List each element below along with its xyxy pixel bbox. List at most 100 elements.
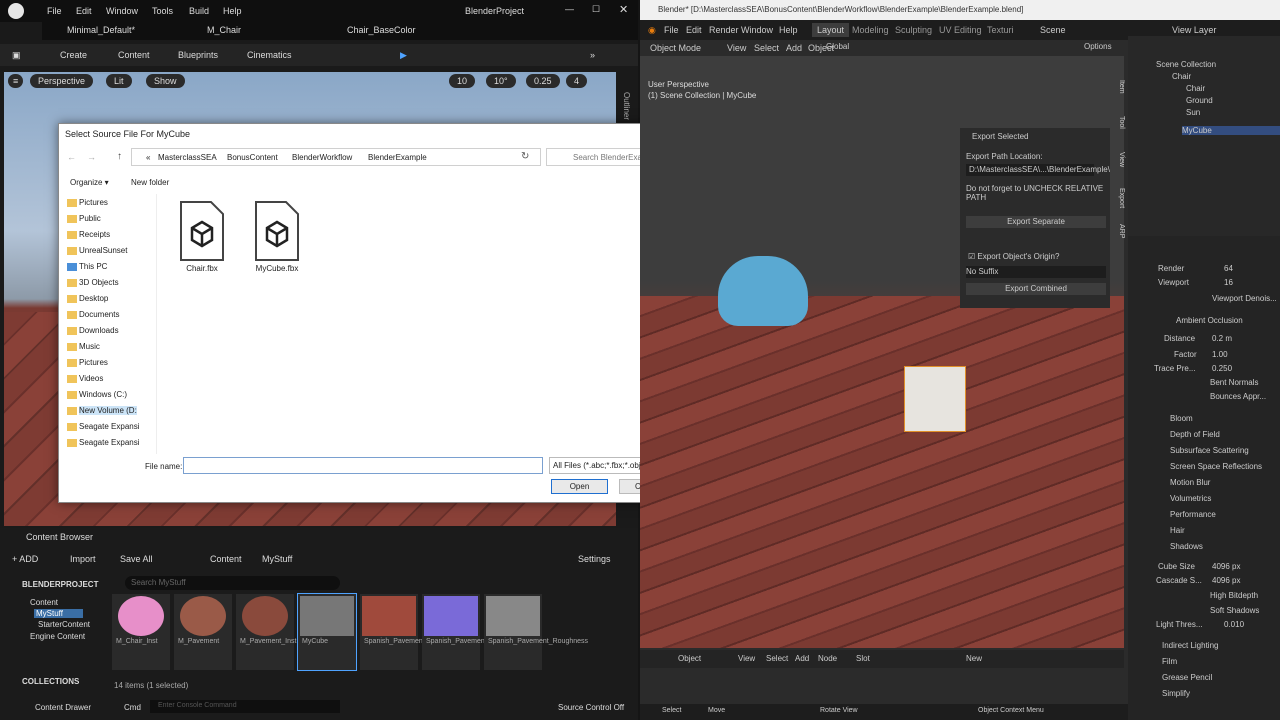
render-prop-render-val[interactable]: 64: [1224, 264, 1233, 273]
blueprints-button[interactable]: Blueprints: [178, 50, 218, 60]
tab-material[interactable]: M_Chair: [207, 25, 241, 35]
nav-item[interactable]: This PC: [79, 262, 107, 271]
nav-item[interactable]: Windows (C:): [79, 390, 127, 399]
angle-snap-value[interactable]: 10°: [486, 74, 516, 88]
show-button[interactable]: Show: [146, 74, 185, 88]
shadow-prop-high-bit[interactable]: High Bitdepth: [1210, 591, 1258, 600]
shadow-prop-cascade-label[interactable]: Cascade S...: [1156, 576, 1202, 585]
nav-item[interactable]: Documents: [79, 310, 119, 319]
file-mycube[interactable]: MyCube.fbx: [252, 200, 307, 273]
refresh-icon[interactable]: ↻: [521, 151, 529, 162]
mycube-object[interactable]: [904, 366, 966, 432]
nav-item[interactable]: Music: [79, 342, 100, 351]
object-mode-select[interactable]: Object Mode: [650, 43, 701, 53]
export-path-input[interactable]: D:\MasterclassSEA\...\BlenderExample\: [966, 164, 1110, 176]
crumb-blenderworkflow[interactable]: BlenderWorkflow: [292, 153, 352, 162]
filename-input[interactable]: [183, 457, 543, 474]
path-content[interactable]: Content: [210, 554, 242, 564]
add-button[interactable]: + ADD: [12, 554, 38, 564]
shadow-prop-cube[interactable]: 4096 px: [1212, 562, 1240, 571]
close-icon[interactable]: ✕: [619, 3, 628, 16]
render-prop-distance-label[interactable]: Distance: [1164, 334, 1195, 343]
render-prop-trace-label[interactable]: Trace Pre...: [1154, 364, 1196, 373]
select-mode-icon[interactable]: ▶: [400, 50, 407, 61]
ws-layout[interactable]: Layout: [812, 23, 850, 37]
back-icon[interactable]: ←: [67, 152, 76, 162]
export-header[interactable]: Export Selected: [972, 132, 1028, 141]
n-panel-tab[interactable]: Item: [1118, 80, 1125, 94]
vp-menu-add[interactable]: Add: [786, 43, 802, 53]
render-section[interactable]: Subsurface Scattering: [1170, 446, 1249, 455]
timeline-item[interactable]: Slot: [856, 654, 870, 663]
bl-menu-edit[interactable]: Edit: [686, 25, 702, 35]
render-prop-factor[interactable]: 1.00: [1212, 350, 1228, 359]
collections-header[interactable]: COLLECTIONS: [22, 677, 79, 686]
transform-orientation[interactable]: Global: [826, 42, 849, 51]
crumb-more[interactable]: «: [146, 153, 150, 162]
render-section[interactable]: Hair: [1170, 526, 1185, 535]
render-section[interactable]: Shadows: [1170, 542, 1203, 551]
menu-window[interactable]: Window: [106, 6, 138, 16]
tree-engine-content[interactable]: Engine Content: [30, 632, 85, 641]
render-section[interactable]: Indirect Lighting: [1162, 641, 1218, 650]
menu-file[interactable]: File: [47, 6, 62, 16]
render-prop-bounces[interactable]: Bounces Appr...: [1210, 392, 1266, 401]
cinematics-button[interactable]: Cinematics: [247, 50, 292, 60]
nav-item[interactable]: Desktop: [79, 294, 108, 303]
render-section[interactable]: Performance: [1170, 510, 1216, 519]
save-all-button[interactable]: Save All: [120, 554, 153, 564]
scale-snap-value[interactable]: 0.25: [526, 74, 560, 88]
render-prop-denoise[interactable]: Viewport Denois...: [1212, 294, 1277, 303]
n-panel-tab[interactable]: Export: [1118, 188, 1125, 208]
shadow-prop-soft[interactable]: Soft Shadows: [1210, 606, 1259, 615]
crumb-bonuscontent[interactable]: BonusContent: [227, 153, 278, 162]
bl-menu-render[interactable]: Render: [709, 25, 739, 35]
bl-menu-file[interactable]: File: [664, 25, 679, 35]
tab-texture[interactable]: Chair_BaseColor: [347, 25, 416, 35]
grid-snap-value[interactable]: 10: [449, 74, 476, 88]
menu-help[interactable]: Help: [223, 6, 242, 16]
crumb-masterclass[interactable]: MasterclassSEA: [158, 153, 217, 162]
render-prop-factor-label[interactable]: Factor: [1174, 350, 1197, 359]
nav-item[interactable]: Public: [79, 214, 101, 223]
timeline-item[interactable]: Add: [795, 654, 809, 663]
render-prop-render-label[interactable]: Render: [1158, 264, 1184, 273]
content-drawer-button[interactable]: Content Drawer: [35, 703, 91, 712]
shadow-prop-light-label[interactable]: Light Thres...: [1156, 620, 1203, 629]
asset-tile[interactable]: Spanish_Pavement_normal: [422, 594, 512, 670]
menu-tools[interactable]: Tools: [152, 6, 173, 16]
project-tree-header[interactable]: BLENDERPROJECT: [22, 580, 98, 589]
render-section[interactable]: Motion Blur: [1170, 478, 1210, 487]
asset-tile[interactable]: M_Pavement: [174, 594, 232, 670]
origin-checkbox[interactable]: ☑ Export Object's Origin?: [968, 252, 1059, 261]
outliner-item[interactable]: Chair: [1186, 84, 1205, 93]
asset-tile[interactable]: M_Chair_Inst: [112, 594, 170, 670]
play-icon[interactable]: »: [590, 50, 595, 60]
menu-build[interactable]: Build: [189, 6, 209, 16]
view-layer-selector[interactable]: View Layer: [1172, 25, 1216, 35]
render-prop-bent[interactable]: Bent Normals: [1210, 378, 1258, 387]
shadow-prop-light[interactable]: 0.010: [1224, 620, 1244, 629]
asset-tile[interactable]: M_Pavement_Inst: [236, 594, 296, 670]
path-mystuff[interactable]: MyStuff: [262, 554, 292, 564]
export-separate-button[interactable]: Export Separate: [966, 216, 1106, 228]
viewport-menu-icon[interactable]: ≡: [8, 74, 24, 88]
blender-viewport[interactable]: User Perspective (1) Scene Collection | …: [640, 56, 1124, 648]
render-prop-viewport-label[interactable]: Viewport: [1158, 278, 1189, 287]
blender-logo-icon[interactable]: ◉: [648, 25, 656, 36]
nav-item[interactable]: Seagate Expansi: [79, 422, 140, 431]
nav-item[interactable]: Videos: [79, 374, 103, 383]
shadow-prop-cascade[interactable]: 4096 px: [1212, 576, 1240, 585]
timeline-item[interactable]: View: [738, 654, 755, 663]
lit-button[interactable]: Lit: [106, 74, 132, 88]
menu-edit[interactable]: Edit: [76, 6, 92, 16]
bl-menu-help[interactable]: Help: [779, 25, 798, 35]
ws-sculpting[interactable]: Sculpting: [895, 25, 932, 35]
n-panel-tab[interactable]: Tool: [1118, 116, 1125, 129]
ws-modeling[interactable]: Modeling: [852, 25, 889, 35]
content-button[interactable]: Content: [118, 50, 150, 60]
status-item[interactable]: Move: [708, 707, 725, 714]
address-bar[interactable]: « MasterclassSEA BonusContent BlenderWor…: [131, 148, 541, 166]
nav-item[interactable]: New Volume (D:: [79, 406, 137, 415]
nav-item[interactable]: Pictures: [79, 198, 108, 207]
